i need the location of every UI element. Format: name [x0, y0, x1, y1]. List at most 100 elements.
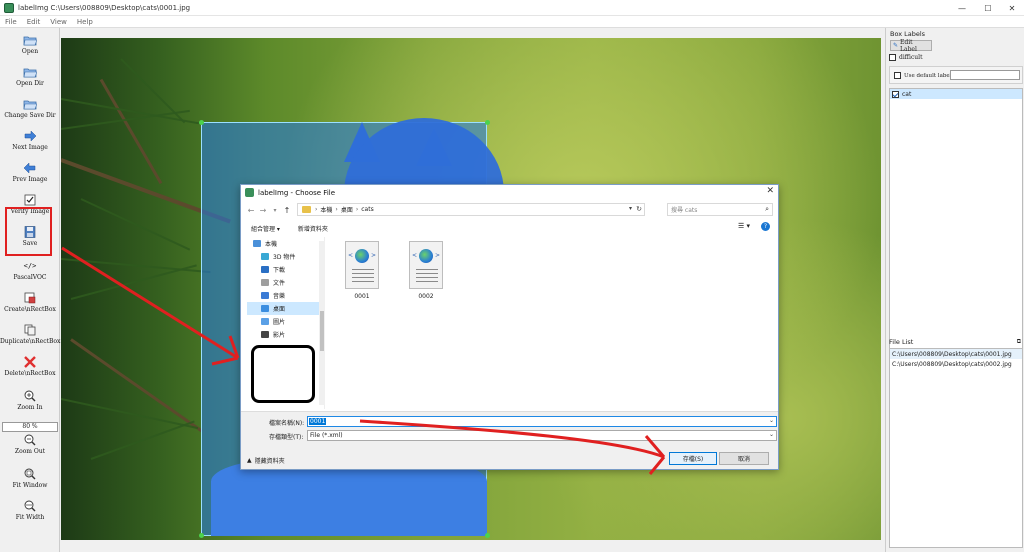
view-options-icon[interactable]: ☰ ▾	[738, 222, 750, 230]
nav-item[interactable]: 音樂	[247, 289, 324, 302]
nav-item[interactable]: 文件	[247, 276, 324, 289]
nav-item[interactable]: 下載	[247, 263, 324, 276]
nav-item[interactable]: 影片	[247, 328, 324, 341]
default-label-input[interactable]	[950, 70, 1020, 80]
arrow-left-icon	[23, 162, 36, 174]
open-button[interactable]: Open	[0, 34, 60, 55]
use-default-label-row[interactable]: Use default label	[894, 72, 951, 79]
file-list-title: File List	[889, 338, 914, 346]
filetype-select[interactable]: File (*.xml) ⌄	[307, 430, 777, 441]
annotation-rounded-box	[251, 345, 315, 403]
bbox-handle-bottom-right[interactable]	[485, 533, 490, 538]
file-list-item[interactable]: C:\Users\008809\Desktop\cats\0001.jpg	[890, 349, 1022, 359]
back-arrow-icon[interactable]: ←	[245, 206, 257, 215]
nav-scrollbar-thumb[interactable]	[320, 311, 324, 351]
menu-file[interactable]: File	[0, 18, 22, 26]
menu-view[interactable]: View	[45, 18, 72, 26]
dialog-cancel-button[interactable]: 取消	[719, 452, 769, 465]
prev-image-label: Prev Image	[12, 176, 48, 183]
prev-image-button[interactable]: Prev Image	[0, 162, 60, 183]
next-image-button[interactable]: Next Image	[0, 130, 60, 151]
chevron-down-icon[interactable]: ⌄	[769, 431, 774, 438]
bbox-handle-bottom-left[interactable]	[199, 533, 204, 538]
dialog-save-button[interactable]: 存檔(S)	[669, 452, 717, 465]
bbox-handle-top-left[interactable]	[199, 120, 204, 125]
save-highlight-box	[5, 207, 52, 256]
help-icon[interactable]: ?	[761, 222, 770, 231]
zoom-value-field[interactable]: 80 %	[2, 422, 58, 432]
search-box[interactable]: 搜尋 cats ⌕	[667, 203, 773, 216]
file-item-0001[interactable]: < > 0001	[341, 241, 383, 300]
dialog-bottom-panel: 檔案名稱(N): 0001 ⌄ 存檔類型(T): File (*.xml) ⌄ …	[241, 411, 778, 469]
hide-folders-toggle[interactable]: ▲ 隱藏資料夾	[247, 456, 285, 465]
bbox-handle-top-right[interactable]	[485, 120, 490, 125]
difficult-checkbox-row[interactable]: difficult	[889, 54, 923, 61]
recent-dropdown-icon[interactable]: ▾	[269, 207, 281, 214]
duplicate-rectbox-button[interactable]: Duplicate\nRectBox	[0, 324, 60, 345]
pascal-voc-button[interactable]: </> PascalVOC	[0, 260, 60, 281]
chevron-down-icon[interactable]: ⌄	[769, 417, 774, 424]
nav-item[interactable]: 3D 物件	[247, 250, 324, 263]
undock-icon[interactable]: ⧉	[1017, 338, 1021, 346]
zoom-out-label: Zoom Out	[14, 448, 46, 455]
delete-rectbox-button[interactable]: Delete\nRectBox	[0, 356, 60, 377]
new-folder-button[interactable]: 新增資料夾	[298, 224, 328, 233]
folder-open-icon	[23, 100, 37, 110]
chevron-up-icon: ▲	[247, 457, 252, 464]
nav-item[interactable]: 桌面	[247, 302, 324, 315]
breadcrumb-cats[interactable]: cats	[361, 206, 373, 213]
open-dir-button[interactable]: Open Dir	[0, 66, 60, 87]
organize-button[interactable]: 組合管理 ▾	[251, 224, 280, 233]
forward-arrow-icon[interactable]: →	[257, 206, 269, 215]
left-toolbar: Open Open Dir Change Save Dir Next Image…	[0, 28, 60, 552]
file-item-0002[interactable]: < > 0002	[405, 241, 447, 300]
next-image-label: Next Image	[12, 144, 48, 151]
change-save-dir-button[interactable]: Change Save Dir	[0, 98, 60, 119]
label-item-cat[interactable]: cat	[890, 89, 1022, 99]
fit-window-button[interactable]: Fit Window	[0, 468, 60, 489]
create-rectbox-button[interactable]: Create\nRectBox	[0, 292, 60, 313]
use-default-label-checkbox[interactable]	[894, 72, 901, 79]
dialog-close-button[interactable]: ✕	[766, 186, 774, 196]
difficult-checkbox[interactable]	[889, 54, 896, 61]
file-list-item[interactable]: C:\Users\008809\Desktop\cats\0002.jpg	[890, 359, 1022, 369]
refresh-icon[interactable]: ↻	[636, 205, 642, 213]
create-rect-icon	[24, 292, 36, 304]
close-button[interactable]: ✕	[1000, 0, 1024, 16]
maximize-button[interactable]: ☐	[976, 0, 1000, 16]
command-bar: 組合管理 ▾ 新增資料夾 ☰ ▾ ?	[241, 221, 778, 235]
fit-width-button[interactable]: Fit Width	[0, 500, 60, 521]
zoom-out-button[interactable]: Zoom Out	[0, 434, 60, 455]
file-view[interactable]: < > 0001 < > 0002	[337, 237, 767, 409]
labels-list[interactable]: cat	[889, 88, 1023, 358]
edit-label-text: Edit Label	[900, 38, 917, 53]
zoom-in-icon	[24, 390, 36, 402]
breadcrumb-this-pc[interactable]: 本機	[320, 205, 332, 214]
label-item-name: cat	[902, 90, 912, 98]
difficult-label: difficult	[899, 54, 923, 61]
path-breadcrumb[interactable]: › 本機 › 桌面 › cats ▾ ↻	[297, 203, 645, 216]
nav-item[interactable]: 圖片	[247, 315, 324, 328]
open-label: Open	[21, 48, 39, 55]
label-visible-checkbox[interactable]	[892, 90, 899, 98]
filename-input[interactable]: 0001 ⌄	[307, 416, 777, 427]
menu-edit[interactable]: Edit	[22, 18, 46, 26]
breadcrumb-desktop[interactable]: 桌面	[341, 205, 353, 214]
nav-item[interactable]: 本機	[247, 237, 324, 250]
menu-help[interactable]: Help	[72, 18, 98, 26]
zoom-in-button[interactable]: Zoom In	[0, 390, 60, 411]
zoom-out-icon	[24, 434, 36, 446]
nav-item-label: 影片	[273, 332, 286, 339]
minimize-button[interactable]: —	[950, 0, 974, 16]
check-icon	[24, 194, 36, 206]
chevron-down-icon[interactable]: ▾	[629, 205, 632, 212]
arrow-right-icon	[24, 130, 37, 142]
xml-file-icon: < >	[345, 241, 379, 289]
up-arrow-icon[interactable]: ↑	[281, 206, 293, 215]
dialog-title: labelImg - Choose File	[258, 188, 336, 197]
file-list[interactable]: C:\Users\008809\Desktop\cats\0001.jpg C:…	[889, 348, 1023, 548]
nav-scrollbar[interactable]	[319, 241, 325, 405]
duplicate-icon	[24, 324, 36, 336]
edit-label-button[interactable]: ✎ Edit Label	[890, 38, 932, 53]
folder-open-icon	[23, 68, 37, 78]
